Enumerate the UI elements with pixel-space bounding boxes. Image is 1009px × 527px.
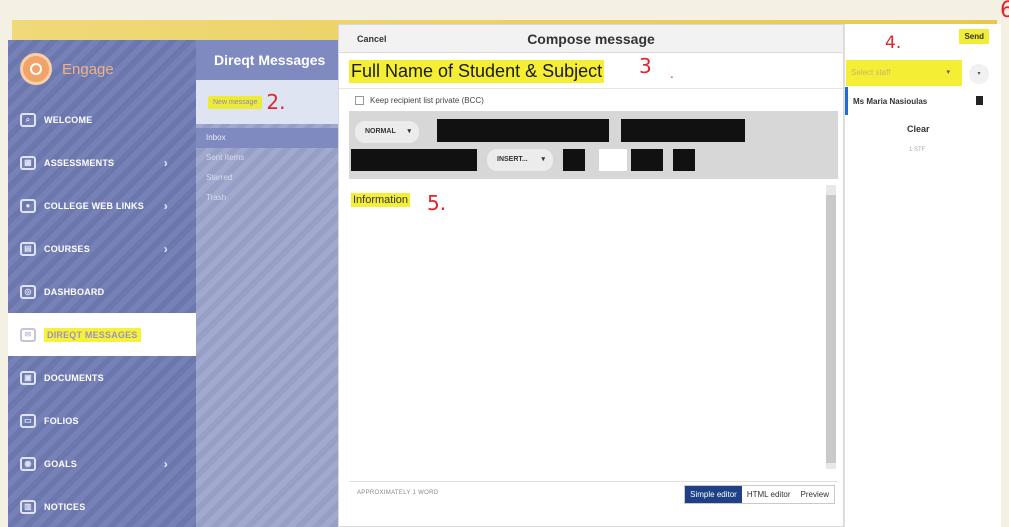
trash-icon[interactable]	[976, 96, 983, 105]
sidebar-item-label: DOCUMENTS	[44, 372, 104, 383]
body-text: Information	[351, 193, 411, 207]
annotation-3: 3	[639, 54, 652, 78]
sidebar-item-label: COURSES	[44, 243, 90, 254]
sidebar: Engage ⌕ WELCOME ▦ ASSESSMENTS › ● COLLEGE WEB…	[8, 40, 196, 527]
mail-icon: ✉	[20, 327, 36, 342]
clear-button[interactable]: Clear	[907, 124, 930, 134]
bcc-label: Keep recipient list private (BCC)	[370, 95, 484, 105]
recipient-panel: Send 4. Select staff ▾ ▾ Ms Maria Nasiou…	[844, 24, 1001, 527]
insert-select-value: INSERT...	[497, 156, 528, 163]
brand-name: Engage	[62, 60, 114, 78]
word-count: APPROXIMATELY 1 WORD	[357, 490, 439, 496]
globe-icon: ●	[20, 198, 36, 213]
sidebar-item-folios[interactable]: ▭ FOLIOS	[8, 399, 196, 442]
engage-logo-icon	[20, 53, 52, 85]
compose-dialog: Cancel Compose message Full Name of Stud…	[338, 24, 844, 527]
subject-field[interactable]: Full Name of Student & Subject 3 .	[339, 53, 843, 89]
editor-scroll-thumb[interactable]	[826, 195, 836, 463]
tab-simple-editor[interactable]: Simple editor	[685, 486, 742, 503]
sidebar-item-college-web-links[interactable]: ● COLLEGE WEB LINKS ›	[8, 184, 196, 227]
sidebar-item-label: DASHBOARD	[44, 286, 105, 297]
redacted-block	[673, 149, 695, 171]
chevron-right-icon: ›	[163, 155, 168, 170]
book-icon: ▤	[20, 241, 36, 256]
redacted-block	[631, 149, 663, 171]
search-icon: ⌕	[20, 112, 36, 127]
sidebar-item-label: DIREQT MESSAGES	[44, 327, 141, 342]
compose-header: Cancel Compose message	[339, 25, 843, 53]
brand[interactable]: Engage	[8, 40, 196, 98]
message-body-editor[interactable]: Information 5.	[349, 179, 838, 482]
sidebar-item-notices[interactable]: ▥ NOTICES	[8, 485, 196, 527]
send-button[interactable]: Send	[959, 29, 989, 44]
annotation-5: 5.	[427, 191, 447, 215]
recipient-name: Ms Maria Nasioulas	[853, 96, 928, 106]
recipient-item[interactable]: Ms Maria Nasioulas	[845, 87, 995, 115]
sidebar-item-dashboard[interactable]: ◎ DASHBOARD	[8, 270, 196, 313]
dashboard-icon: ◎	[20, 284, 36, 299]
redacted-block	[351, 149, 477, 171]
page: Engage ⌕ WELCOME ▦ ASSESSMENTS › ● COLLEGE WEB…	[0, 0, 1009, 527]
chevron-down-icon: ▾	[407, 128, 411, 135]
sidebar-item-label: COLLEGE WEB LINKS	[44, 200, 144, 211]
sidebar-item-assessments[interactable]: ▦ ASSESSMENTS ›	[8, 141, 196, 184]
editor-mode-tabs: Simple editor HTML editor Preview	[684, 485, 835, 504]
tab-html-editor[interactable]: HTML editor	[741, 486, 796, 503]
subject-text: Full Name of Student & Subject	[349, 60, 605, 83]
redacted-block	[437, 119, 609, 142]
toolbar-button[interactable]	[599, 149, 627, 171]
tab-preview[interactable]: Preview	[795, 486, 834, 503]
redacted-block	[621, 119, 745, 142]
sidebar-item-welcome[interactable]: ⌕ WELCOME	[8, 98, 196, 141]
folder-icon: ▭	[20, 413, 36, 428]
sidebar-nav: ⌕ WELCOME ▦ ASSESSMENTS › ● COLLEGE WEB LINKS ›…	[8, 98, 196, 527]
chevron-down-icon: ▾	[946, 69, 950, 76]
new-message-button[interactable]: New message	[208, 95, 263, 109]
redacted-block	[563, 149, 585, 171]
chart-icon: ▦	[20, 155, 36, 170]
more-options-icon[interactable]: ▾	[969, 64, 989, 84]
document-icon: ▣	[20, 370, 36, 385]
annotation-4: 4.	[885, 33, 902, 53]
folder-sent-items[interactable]: Sent Items	[196, 148, 338, 168]
folder-list: Inbox Sent Items Starred Trash	[196, 128, 338, 208]
folder-inbox[interactable]: Inbox	[196, 128, 338, 148]
bcc-row[interactable]: Keep recipient list private (BCC)	[339, 89, 843, 111]
sidebar-item-documents[interactable]: ▣ DOCUMENTS	[8, 356, 196, 399]
sidebar-item-courses[interactable]: ▤ COURSES ›	[8, 227, 196, 270]
compose-title: Compose message	[527, 31, 655, 47]
select-staff-placeholder: Select staff	[851, 68, 891, 77]
insert-select[interactable]: INSERT... ▾	[487, 149, 553, 171]
messages-column: Direqt Messages New message 2. Inbox Sent…	[196, 40, 338, 527]
chevron-right-icon: ›	[163, 198, 168, 213]
target-icon: ◉	[20, 456, 36, 471]
compose-footer: APPROXIMATELY 1 WORD Simple editor HTML e…	[339, 482, 843, 506]
chevron-down-icon: ▾	[541, 156, 545, 163]
sidebar-item-goals[interactable]: ◉ GOALS ›	[8, 442, 196, 485]
sidebar-item-direqt-messages[interactable]: ✉ DIREQT MESSAGES	[8, 313, 196, 356]
format-select-value: NORMAL	[365, 128, 396, 135]
sidebar-item-label: GOALS	[44, 458, 78, 469]
annotation-3-dot: .	[670, 67, 674, 81]
select-staff-dropdown[interactable]: Select staff ▾	[846, 60, 962, 86]
chevron-right-icon: ›	[163, 241, 168, 256]
new-message-row: New message 2.	[196, 80, 338, 124]
sidebar-item-label: FOLIOS	[44, 415, 79, 426]
folder-starred[interactable]: Starred	[196, 168, 338, 188]
folder-trash[interactable]: Trash	[196, 188, 338, 208]
notice-icon: ▥	[20, 499, 36, 514]
chevron-right-icon: ›	[163, 456, 168, 471]
editor-toolbar: NORMAL ▾ INSERT... ▾	[349, 111, 838, 179]
messages-title: Direqt Messages	[196, 40, 338, 80]
staff-count: 1 STF	[909, 147, 926, 153]
recipient-marker	[845, 87, 848, 115]
sidebar-item-label: ASSESSMENTS	[44, 157, 115, 168]
annotation-6: 6	[1000, 0, 1009, 23]
sidebar-item-label: WELCOME	[44, 114, 93, 125]
bcc-checkbox[interactable]	[355, 95, 364, 105]
format-select[interactable]: NORMAL ▾	[355, 121, 419, 143]
annotation-2: 2.	[266, 90, 286, 114]
sidebar-item-label: NOTICES	[44, 501, 86, 512]
